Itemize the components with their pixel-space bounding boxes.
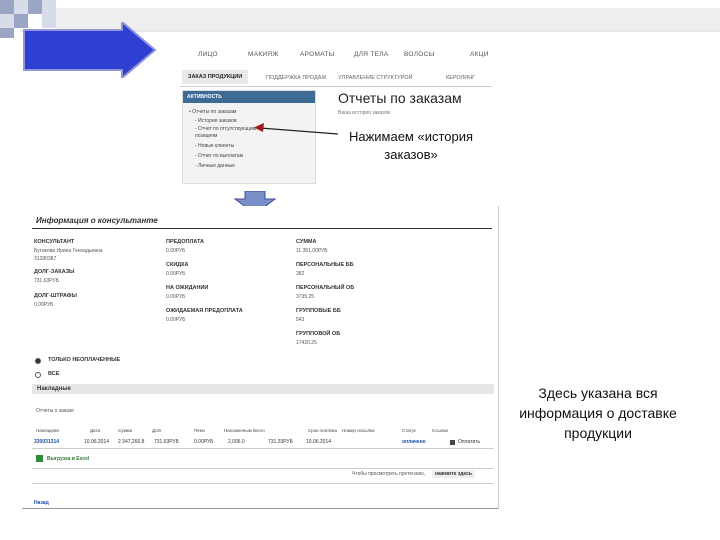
info-value: Бутакова Ирина Геннадьевна bbox=[34, 248, 103, 254]
top-nav: ЛИЦО МАКИЯЖ АРОМАТЫ ДЛЯ ТЕЛА ВОЛОСЫ АКЦИ bbox=[180, 46, 492, 64]
divider bbox=[32, 228, 492, 229]
back-link[interactable]: Назад bbox=[34, 500, 49, 506]
table-cell: 2 347,266.8 bbox=[118, 439, 145, 445]
info-label: ОЖИДАЕМАЯ ПРЕДОПЛАТА bbox=[166, 308, 243, 314]
pay-icon bbox=[450, 440, 455, 445]
column-header: Долг bbox=[152, 428, 162, 433]
claim-note: Чтобы просмотреть претензию, bbox=[352, 471, 426, 477]
nav-item[interactable]: ВОЛОСЫ bbox=[404, 51, 435, 58]
sidebar-item-payouts[interactable]: - Отчет по выплатам bbox=[195, 153, 243, 160]
column-header: Накладная bbox=[36, 428, 59, 433]
info-value: 11 351,00РУБ bbox=[296, 248, 328, 254]
sidebar-item-missing-report[interactable]: - Отчет по отсутствующим bbox=[195, 126, 256, 133]
claim-button[interactable]: нажмите здесь bbox=[432, 470, 475, 478]
column-header: Наложенным Всего bbox=[224, 428, 265, 433]
tab-order-products[interactable]: ЗАКАЗ ПРОДУКЦИИ bbox=[182, 70, 249, 84]
section-tabs: ЗАКАЗ ПРОДУКЦИИ ПОДДЕРЖКА ПРОДАЖ УПРАВЛЕ… bbox=[180, 70, 492, 87]
info-value: 0.00РУБ bbox=[34, 302, 54, 308]
nav-item[interactable]: АКЦИ bbox=[470, 51, 489, 58]
sidebar-item-missing-report-cont[interactable]: позициям bbox=[195, 133, 217, 140]
filter-unpaid-label: ТОЛЬКО НЕОПЛАЧЕННЫЕ bbox=[48, 357, 121, 363]
status-link[interactable]: оплачено bbox=[402, 439, 426, 445]
info-label: ПРЕДОПЛАТА bbox=[166, 239, 204, 245]
filter-all-radio[interactable] bbox=[35, 372, 41, 378]
table-cell: 731.63РУБ bbox=[154, 439, 179, 445]
info-value: 3735.25 bbox=[296, 294, 315, 300]
column-header: Дата bbox=[90, 428, 100, 433]
info-label: СКИДКА bbox=[166, 262, 189, 268]
invoices-header: Накладные bbox=[32, 384, 494, 394]
table-cell: 10.06.2014 bbox=[306, 439, 332, 445]
info-value: 382 bbox=[296, 271, 305, 277]
info-label: СУММА bbox=[296, 239, 317, 245]
callout-order-history: Нажимаем «история заказов» bbox=[348, 129, 474, 162]
column-header: Ссылки bbox=[432, 428, 448, 433]
nav-item[interactable]: ДЛЯ ТЕЛА bbox=[354, 51, 388, 58]
info-value: 731,63РУБ bbox=[34, 278, 59, 284]
info-label: ГРУППОВОЙ ОБ bbox=[296, 331, 341, 337]
invoices-subheader: Отчеты о заказе bbox=[36, 408, 74, 414]
sidebar-item-personal-data[interactable]: - Личные данные bbox=[195, 163, 235, 170]
info-value: 0.00РУБ bbox=[166, 294, 186, 300]
export-excel-link[interactable]: Выгрузка в Excel bbox=[47, 456, 89, 462]
column-header: Срок платежа bbox=[308, 428, 337, 433]
tab-keroling[interactable]: КЕРОЛИНГ bbox=[446, 75, 475, 81]
pointer-arrow-icon bbox=[254, 123, 339, 135]
divider bbox=[22, 508, 498, 509]
info-value: 17420.25 bbox=[296, 340, 317, 346]
nav-item[interactable]: ЛИЦО bbox=[198, 51, 218, 58]
info-label: ДОЛГ-ШТРАФЫ bbox=[34, 293, 77, 299]
callout-delivery-info: Здесь указана вся информация о доставке … bbox=[519, 385, 677, 441]
tab-sales-support[interactable]: ПОДДЕРЖКА ПРОДАЖ bbox=[266, 75, 326, 81]
filter-unpaid-radio[interactable] bbox=[35, 358, 41, 364]
divider bbox=[32, 483, 494, 484]
sidebar-item-new-clients[interactable]: - Новые клиенты bbox=[195, 143, 234, 150]
column-header: Сумма bbox=[118, 428, 133, 433]
column-header: Номер посылки bbox=[342, 428, 375, 433]
info-label: КОНСУЛЬТАНТ bbox=[34, 239, 75, 245]
info-value: 31280387 bbox=[34, 256, 57, 262]
info-label: ПЕРСОНАЛЬНЫЕ ББ bbox=[296, 262, 354, 268]
divider bbox=[32, 468, 494, 469]
excel-icon bbox=[36, 455, 43, 462]
right-arrow-icon bbox=[23, 22, 157, 78]
nav-item[interactable]: МАКИЯЖ bbox=[248, 51, 279, 58]
consultant-info-screenshot: Информация о консультанте КОНСУЛЬТАНТ Бу… bbox=[22, 206, 499, 509]
nav-item[interactable]: АРОМАТЫ bbox=[300, 51, 335, 58]
info-title: Информация о консультанте bbox=[36, 216, 158, 225]
info-label: ПЕРСОНАЛЬНЫЙ ОБ bbox=[296, 285, 355, 291]
info-value: 0.00РУБ bbox=[166, 317, 186, 323]
sidebar-item-order-history[interactable]: - История заказов bbox=[195, 118, 237, 125]
invoice-number-link[interactable]: 330031314 bbox=[34, 439, 59, 445]
info-label: ГРУППОВЫЕ ББ bbox=[296, 308, 341, 314]
info-value: 543 bbox=[296, 317, 305, 323]
column-header: Пени bbox=[194, 428, 205, 433]
page-subtitle: Ваша история заказов bbox=[338, 110, 391, 116]
table-cell: 10.06.2014 bbox=[84, 439, 110, 445]
divider bbox=[32, 448, 494, 449]
info-value: 0.00РУБ bbox=[166, 271, 186, 277]
table-cell: 731.33РУБ bbox=[268, 439, 293, 445]
table-cell: 2,006.0 bbox=[228, 439, 245, 445]
pay-link[interactable]: Оплатить bbox=[458, 439, 480, 445]
filter-all-label: ВСЕ bbox=[48, 371, 60, 377]
info-label: ДОЛГ-ЗАКАЗЫ bbox=[34, 269, 75, 275]
tab-structure[interactable]: УПРАВЛЕНИЕ СТРУКТУРОЙ bbox=[338, 75, 412, 81]
info-value: 0.00РУБ bbox=[166, 248, 186, 254]
sidebar-header: АКТИВНОСТЬ bbox=[183, 91, 315, 103]
page-title: Отчеты по заказам bbox=[338, 90, 462, 106]
sidebar-item-order-reports[interactable]: • Отчеты по заказам bbox=[189, 109, 236, 116]
table-cell: 0.00РУБ bbox=[194, 439, 214, 445]
column-header: Статус bbox=[402, 428, 417, 433]
info-label: НА ОЖИДАНИИ bbox=[166, 285, 209, 291]
